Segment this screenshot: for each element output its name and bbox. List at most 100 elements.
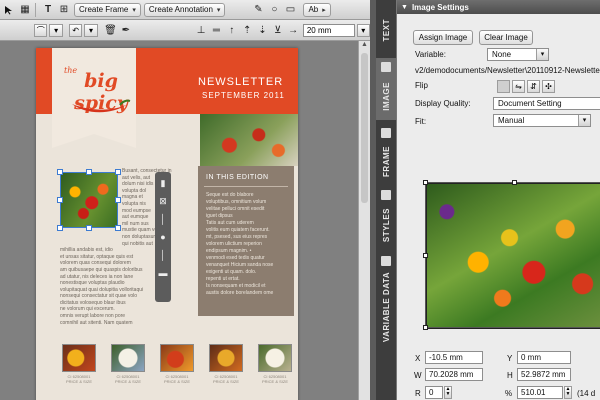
flip-vertical-icon[interactable]: ⇵ bbox=[527, 80, 540, 93]
display-quality-label: Display Quality: bbox=[415, 99, 471, 108]
y-field[interactable]: 0 mm bbox=[517, 351, 571, 364]
fit-value: Manual bbox=[498, 116, 525, 125]
main-toolbar: ▦ T ⊞ Create Frame ▾ Create Annotation ▾ ✎… bbox=[0, 0, 370, 20]
edition-box[interactable]: IN THIS EDITION Seque est do blabore volu… bbox=[198, 166, 294, 316]
zoom-icon[interactable]: ● bbox=[155, 230, 171, 244]
resize-handle[interactable] bbox=[57, 197, 63, 203]
tab-image[interactable]: IMAGE bbox=[376, 58, 396, 120]
panel-title-bar[interactable]: ▼ Image Settings bbox=[397, 0, 600, 14]
resize-handle[interactable] bbox=[57, 225, 63, 231]
variable-select[interactable]: None ▾ bbox=[487, 48, 549, 61]
thumbnail-image[interactable] bbox=[111, 344, 145, 372]
thumbnail-image[interactable] bbox=[160, 344, 194, 372]
crop-frame[interactable] bbox=[426, 183, 600, 329]
tab-variable-data-label: VARIABLE DATA bbox=[381, 271, 391, 343]
drag-handle-icon[interactable]: ▮ bbox=[155, 176, 171, 190]
direct-select-icon[interactable]: ▦ bbox=[18, 3, 32, 17]
ab-button[interactable]: Ab ▸ bbox=[303, 2, 331, 17]
flip-none-button[interactable] bbox=[497, 80, 510, 93]
create-annotation-label: Create Annotation bbox=[148, 5, 213, 14]
h-label: H bbox=[507, 371, 513, 380]
tab-styles[interactable]: STYLES bbox=[376, 186, 396, 250]
resize-handle[interactable] bbox=[115, 169, 121, 175]
pen-tool-icon[interactable]: ✎ bbox=[251, 3, 265, 17]
trash-icon[interactable]: 🗑 bbox=[104, 23, 117, 37]
align-bottom-icon[interactable]: ⊻ bbox=[271, 23, 284, 37]
dimension-input[interactable]: 20 mm bbox=[302, 23, 355, 37]
tab-styles-label: STYLES bbox=[381, 207, 391, 243]
tab-text[interactable]: TEXT bbox=[376, 6, 396, 54]
create-annotation-button[interactable]: Create Annotation ▾ bbox=[143, 2, 226, 17]
selected-image-frame[interactable] bbox=[57, 169, 121, 231]
pointer-tool-icon[interactable] bbox=[2, 3, 16, 17]
h-field[interactable]: 52.9872 mm bbox=[517, 368, 571, 381]
circle-tool-icon[interactable]: ○ bbox=[267, 3, 281, 17]
thumbnail-image[interactable] bbox=[62, 344, 96, 372]
curve-options-button[interactable]: ▾ bbox=[49, 23, 63, 37]
text-tool-icon[interactable]: T bbox=[41, 3, 55, 17]
rotation-stepper[interactable]: ▲ ▼ bbox=[444, 386, 452, 399]
image-settings-panel: ▼ Image Settings Assign Image Clear Image… bbox=[396, 0, 600, 400]
arrow-right-icon[interactable]: → bbox=[287, 23, 300, 37]
header-photo[interactable] bbox=[200, 114, 298, 166]
create-frame-button[interactable]: Create Frame ▾ bbox=[74, 2, 141, 17]
body-text-line: ne volorum qui excerum. bbox=[60, 306, 115, 313]
image-tab-icon bbox=[381, 62, 391, 72]
align-center-icon[interactable]: ═ bbox=[210, 23, 223, 37]
body-text-line: comnihil aut sitenti. Nam quatem bbox=[60, 319, 133, 326]
fit-select[interactable]: Manual ▾ bbox=[493, 114, 591, 127]
crop-handle[interactable] bbox=[423, 325, 428, 330]
distribute-icon[interactable]: ⊥ bbox=[194, 23, 207, 37]
thumbnail-item[interactable]: CI 62508001 PRICE & SIZE bbox=[62, 344, 96, 384]
rotation-field[interactable]: 0 bbox=[425, 386, 443, 399]
resize-handle[interactable] bbox=[115, 197, 121, 203]
redo-button[interactable]: ▾ bbox=[84, 23, 98, 37]
flip-both-icon[interactable]: ✣ bbox=[542, 80, 555, 93]
tab-variable-data[interactable]: VARIABLE DATA bbox=[376, 252, 396, 348]
curve-tool-button[interactable]: ⌒ bbox=[34, 23, 48, 37]
styles-tab-icon bbox=[381, 190, 391, 200]
flip-horizontal-icon[interactable]: ⇋ bbox=[512, 80, 525, 93]
thumbnail-item[interactable]: CI 62508001 PRICE & SIZE bbox=[160, 344, 194, 384]
rectangle-tool-icon[interactable]: ▭ bbox=[283, 3, 297, 17]
tab-frame[interactable]: FRAME bbox=[376, 124, 396, 184]
slider-track-icon[interactable]: │ bbox=[155, 248, 171, 262]
thumbnail-item[interactable]: CI 62508001 PRICE & SIZE bbox=[258, 344, 292, 384]
crop-handle[interactable] bbox=[423, 180, 428, 185]
crop-handle[interactable] bbox=[512, 180, 517, 185]
display-quality-select[interactable]: Document Setting bbox=[493, 97, 600, 110]
thumbnail-image[interactable] bbox=[209, 344, 243, 372]
scale-percent-field[interactable]: 510.01 bbox=[517, 386, 563, 399]
frame-tab-icon bbox=[381, 128, 391, 138]
fit-icon[interactable]: ▬ bbox=[155, 266, 171, 280]
edition-text-line: voluptibus, omnitium volum bbox=[206, 199, 267, 205]
image-icon[interactable]: ⊠ bbox=[155, 194, 171, 208]
vertical-scrollbar[interactable]: ▲ bbox=[358, 41, 370, 400]
resize-handle[interactable] bbox=[86, 169, 92, 175]
scroll-up-icon[interactable]: ▲ bbox=[359, 41, 370, 51]
slider-icon[interactable]: │ bbox=[155, 212, 171, 226]
scrollbar-thumb[interactable] bbox=[361, 53, 368, 203]
assign-image-button[interactable]: Assign Image bbox=[413, 30, 473, 45]
thumbnail-item[interactable]: CI 62508001 PRICE & SIZE bbox=[111, 344, 145, 384]
crop-handle[interactable] bbox=[423, 253, 428, 258]
undo-button[interactable]: ↶ bbox=[68, 23, 83, 37]
dimension-dropdown[interactable]: ▾ bbox=[356, 23, 370, 37]
clear-image-button[interactable]: Clear Image bbox=[479, 30, 533, 45]
thumbnail-caption: CI 62508001 PRICE & SIZE bbox=[261, 374, 288, 384]
frame-tool-icon[interactable]: ⊞ bbox=[57, 3, 71, 17]
bring-forward-icon[interactable]: ⇡ bbox=[240, 23, 253, 37]
resize-handle[interactable] bbox=[86, 225, 92, 231]
resize-handle[interactable] bbox=[57, 169, 63, 175]
collapse-triangle-icon[interactable]: ▼ bbox=[401, 4, 408, 11]
scale-stepper[interactable]: ▲ ▼ bbox=[564, 386, 572, 399]
resize-handle[interactable] bbox=[115, 225, 121, 231]
eyedropper-icon[interactable]: ✒ bbox=[119, 23, 132, 37]
image-crop-preview[interactable] bbox=[423, 180, 600, 330]
thumbnail-image[interactable] bbox=[258, 344, 292, 372]
move-up-icon[interactable]: ↑ bbox=[225, 23, 238, 37]
x-field[interactable]: -10.5 mm bbox=[425, 351, 483, 364]
send-backward-icon[interactable]: ⇣ bbox=[256, 23, 269, 37]
w-field[interactable]: 70.2028 mm bbox=[425, 368, 483, 381]
thumbnail-item[interactable]: CI 62508001 PRICE & SIZE bbox=[209, 344, 243, 384]
